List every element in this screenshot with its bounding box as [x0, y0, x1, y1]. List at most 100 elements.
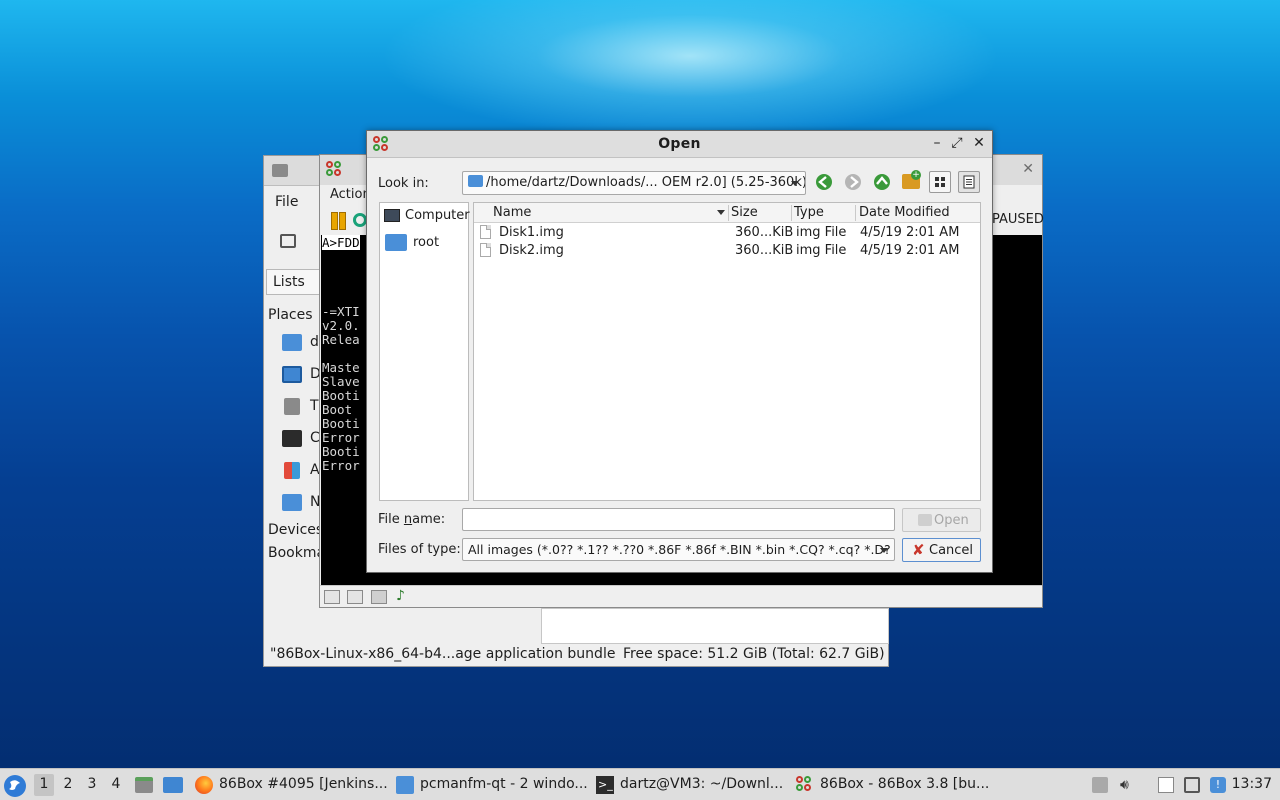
floppy-drive-icon[interactable]	[347, 590, 363, 604]
minimize-icon[interactable]: –	[929, 135, 945, 151]
tray-expand-icon[interactable]	[1092, 777, 1108, 793]
sort-descending-icon[interactable]	[717, 210, 725, 215]
applications-icon[interactable]	[284, 462, 300, 479]
new-tab-icon[interactable]	[280, 234, 296, 248]
show-desktop-icon[interactable]	[163, 777, 183, 793]
desktop-switch-3[interactable]: 3	[82, 774, 102, 796]
hard-disk-icon[interactable]	[371, 590, 387, 604]
folder-icon	[396, 776, 414, 794]
forward-button[interactable]	[843, 172, 863, 192]
folder-open-icon	[918, 514, 932, 526]
paused-status: PAUSED	[992, 212, 1044, 227]
files-of-type-value: All images (*.0?? *.1?? *.??0 *.86F *.86…	[468, 542, 891, 557]
network-icon[interactable]	[1184, 777, 1200, 793]
task-label: pcmanfm-qt - 2 windo...	[420, 776, 588, 792]
column-header-date[interactable]: Date Modified	[859, 205, 950, 220]
file-list-header: Name Size Type Date Modified	[474, 203, 980, 223]
dialog-titlebar[interactable]: Open – ⤢ ✕	[367, 131, 992, 158]
taskbar-task-firefox[interactable]: 86Box #4095 [Jenkins...	[195, 773, 390, 797]
column-separator[interactable]	[728, 205, 729, 221]
screen-line: Slave	[322, 374, 360, 389]
column-header-size[interactable]: Size	[731, 205, 758, 220]
places-heading: Places	[268, 307, 313, 323]
task-label: 86Box - 86Box 3.8 [bu...	[820, 776, 990, 792]
screen-line: v2.0.	[322, 318, 360, 333]
file-size: 360...KiB	[735, 225, 794, 240]
desktop-switch-4[interactable]: 4	[106, 774, 126, 796]
file-list[interactable]: Name Size Type Date Modified Disk1.img 3…	[473, 202, 981, 501]
desktop-switch-1[interactable]: 1	[34, 774, 54, 796]
places-sidebar: Computer root	[379, 202, 470, 501]
file-date: 4/5/19 2:01 AM	[860, 225, 960, 240]
emulator-statusbar: ♪	[320, 585, 1042, 607]
computer-icon	[384, 209, 400, 222]
file-name-input[interactable]	[462, 508, 895, 531]
taskbar-task-pcmanfm[interactable]: pcmanfm-qt - 2 windo...	[396, 773, 591, 797]
clock[interactable]: 13:37	[1232, 776, 1272, 792]
bookmarks-heading: Bookma	[268, 545, 326, 561]
desktop-wallpaper-highlight	[380, 0, 1000, 140]
column-header-type[interactable]: Type	[794, 205, 824, 220]
dos-prompt: A>FDD	[322, 235, 360, 250]
file-date: 4/5/19 2:01 AM	[860, 243, 960, 258]
file-name: Disk2.img	[499, 243, 564, 258]
look-in-combo[interactable]: /home/dartz/Downloads/... OEM r2.0] (5.2…	[462, 171, 806, 195]
file-type: img File	[796, 243, 847, 258]
column-separator[interactable]	[855, 205, 856, 221]
sidebar-item-label: root	[413, 235, 440, 250]
file-icon	[480, 243, 491, 257]
notification-icon[interactable]: !	[1210, 777, 1226, 793]
taskbar-task-86box[interactable]: 86Box - 86Box 3.8 [bu...	[796, 773, 991, 797]
file-manager-launcher-icon[interactable]	[135, 777, 153, 793]
file-view-area[interactable]	[541, 608, 889, 644]
maximize-icon[interactable]: ⤢	[949, 135, 965, 151]
reset-icon[interactable]	[353, 213, 367, 227]
sidebar-item-label[interactable]: d	[310, 334, 319, 350]
open-dialog: Open – ⤢ ✕ Look in: /home/dartz/Download…	[366, 130, 993, 573]
tab-lists[interactable]: Lists	[266, 269, 326, 295]
86box-icon	[326, 161, 342, 177]
close-icon[interactable]: ✕	[971, 135, 987, 151]
column-header-name[interactable]: Name	[493, 205, 531, 220]
parent-directory-button[interactable]	[872, 172, 892, 192]
screen-line: Maste	[322, 360, 360, 375]
lxqt-logo-icon	[9, 780, 20, 790]
computer-icon[interactable]	[282, 430, 302, 447]
screen-line: Booti	[322, 444, 360, 459]
file-name: Disk1.img	[499, 225, 564, 240]
menu-file[interactable]: File	[275, 194, 298, 210]
start-menu-button[interactable]	[4, 775, 26, 797]
desktop-switch-2[interactable]: 2	[58, 774, 78, 796]
sound-icon[interactable]: ♪	[396, 588, 412, 604]
file-row[interactable]: Disk1.img 360...KiB img File 4/5/19 2:01…	[474, 224, 980, 242]
file-row[interactable]: Disk2.img 360...KiB img File 4/5/19 2:01…	[474, 242, 980, 260]
list-view-button[interactable]	[929, 171, 951, 193]
sidebar-item-label[interactable]: T	[310, 398, 319, 414]
floppy-drive-icon[interactable]	[324, 590, 340, 604]
firefox-icon	[195, 776, 213, 794]
menu-action[interactable]: Action	[330, 187, 371, 202]
sidebar-item-label: Computer	[405, 208, 470, 223]
taskbar-task-terminal[interactable]: >_ dartz@VM3: ~/Downl...	[596, 773, 791, 797]
column-separator[interactable]	[791, 205, 792, 221]
86box-icon	[796, 776, 814, 794]
status-selection-text: "86Box-Linux-x86_64-b4...age application…	[270, 646, 616, 662]
network-folder-icon[interactable]	[282, 494, 302, 511]
files-of-type-label: Files of type:	[378, 542, 461, 557]
new-folder-button[interactable]: +	[902, 170, 921, 189]
folder-icon	[272, 164, 288, 177]
detail-view-button[interactable]	[958, 171, 980, 193]
home-folder-icon[interactable]	[282, 334, 302, 351]
trash-icon[interactable]	[284, 398, 300, 415]
volume-icon[interactable]: 🔊︎	[1120, 777, 1136, 793]
task-label: 86Box #4095 [Jenkins...	[219, 776, 388, 792]
desktop-icon[interactable]	[282, 366, 302, 383]
pause-icon[interactable]	[331, 212, 346, 230]
close-icon[interactable]: ✕	[1022, 161, 1034, 177]
back-button[interactable]	[814, 172, 834, 192]
open-button[interactable]: Open	[902, 508, 981, 532]
files-of-type-combo[interactable]: All images (*.0?? *.1?? *.??0 *.86F *.86…	[462, 538, 895, 561]
cancel-button[interactable]: ✘ Cancel	[902, 538, 981, 562]
clipboard-icon[interactable]	[1158, 777, 1174, 793]
file-size: 360...KiB	[735, 243, 794, 258]
